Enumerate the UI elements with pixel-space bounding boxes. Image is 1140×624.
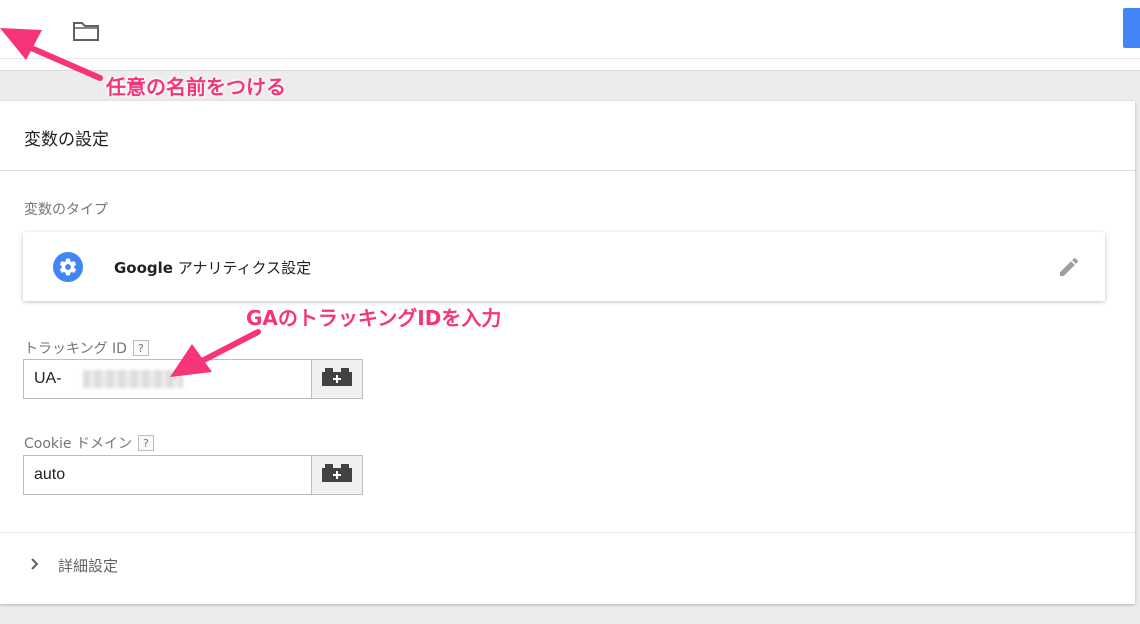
advanced-settings-label: 詳細設定 <box>58 557 119 575</box>
cookie-domain-help-button[interactable]: ? <box>137 435 154 451</box>
gear-icon <box>53 252 83 282</box>
redacted-tracking-id <box>83 370 183 388</box>
tracking-id-row <box>23 359 363 399</box>
variable-config-card: 変数の設定 変数のタイプ Google アナリティクス設定 トラッキング ID … <box>0 101 1135 604</box>
variable-brick-icon <box>322 464 352 486</box>
save-button[interactable] <box>1123 8 1140 48</box>
card-title: 変数の設定 <box>24 130 109 150</box>
tracking-id-variable-button[interactable] <box>311 359 363 399</box>
cookie-domain-variable-button[interactable] <box>311 455 363 495</box>
tracking-id-label-text: トラッキング ID <box>24 341 127 357</box>
variable-brick-icon <box>322 368 352 390</box>
variable-type-label: 変数のタイプ <box>24 202 108 218</box>
variable-type-box[interactable]: Google アナリティクス設定 <box>23 232 1105 301</box>
chevron-right-icon <box>30 556 40 575</box>
annotation-tracking-hint: GAのトラッキングIDを入力 <box>246 306 502 330</box>
cookie-domain-row <box>23 455 363 495</box>
folder-icon[interactable] <box>72 20 100 42</box>
cookie-domain-input[interactable] <box>23 455 311 495</box>
cookie-domain-label: Cookie ドメイン ? <box>24 433 154 453</box>
pencil-icon[interactable] <box>1057 255 1081 279</box>
variable-type-name-rest: アナリティクス設定 <box>172 259 312 277</box>
annotation-name-hint: 任意の名前をつける <box>106 75 286 99</box>
top-bar <box>0 0 1140 71</box>
tracking-id-help-button[interactable]: ? <box>132 340 149 356</box>
cookie-domain-label-text: Cookie ドメイン <box>24 436 132 452</box>
tracking-id-label: トラッキング ID ? <box>24 338 149 358</box>
variable-type-name: Google アナリティクス設定 <box>114 257 311 278</box>
card-divider <box>0 170 1135 171</box>
advanced-settings-toggle[interactable]: 詳細設定 <box>30 555 118 576</box>
advanced-divider <box>0 532 1135 533</box>
variable-type-name-bold: Google <box>114 259 173 277</box>
top-bar-divider <box>0 58 1140 59</box>
